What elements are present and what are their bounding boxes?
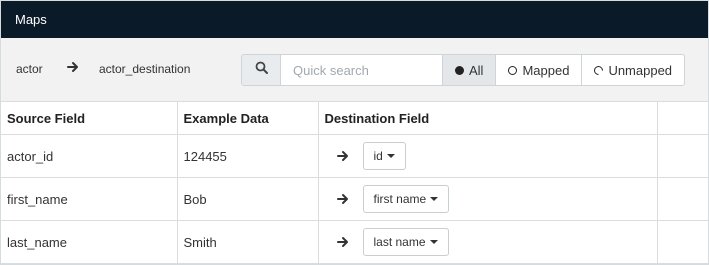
maps-panel: Maps actor actor_destination All Mapped (0, 0, 709, 265)
example-data-cell: 124455 (177, 134, 319, 178)
arrow-right-icon (336, 194, 348, 204)
source-field-cell: actor_id (1, 134, 178, 178)
destination-field-dropdown[interactable]: last name (362, 228, 449, 256)
destination-field-dropdown[interactable]: first name (362, 185, 450, 213)
field-mapping-table: Source Field Example Data Destination Fi… (1, 102, 708, 264)
filter-all-button[interactable]: All (443, 55, 497, 85)
column-header-example-data: Example Data (177, 102, 319, 135)
column-header-source-field: Source Field (1, 102, 178, 135)
search-button[interactable] (242, 55, 281, 85)
table-row: first_name Bob first name (1, 177, 708, 221)
destination-field-cell: first name (318, 177, 658, 221)
arrow-right-icon (336, 151, 348, 161)
filter-all-label: All (469, 62, 484, 78)
filter-unmapped-button[interactable]: Unmapped (582, 55, 684, 85)
source-field-cell: last_name (1, 220, 178, 264)
filter-mapped-label: Mapped (522, 62, 570, 78)
column-header-destination-field: Destination Field (318, 102, 658, 135)
example-data-cell: Bob (177, 177, 319, 221)
row-action-cell (657, 220, 708, 264)
panel-header: Maps (1, 1, 708, 38)
destination-field-dropdown[interactable]: id (362, 142, 406, 170)
destination-field-value: id (373, 149, 383, 163)
destination-field-value: last name (373, 235, 426, 249)
filter-unmapped-label: Unmapped (608, 62, 673, 78)
mapping-toolbar: actor actor_destination All Mapped Un (1, 38, 708, 102)
column-header-actions (657, 102, 708, 135)
filled-circle-icon (455, 65, 464, 75)
panel-title: Maps (15, 12, 47, 27)
search-icon (255, 61, 268, 79)
row-action-cell (657, 177, 708, 221)
caret-down-icon (430, 197, 439, 201)
filter-mapped-button[interactable]: Mapped (496, 55, 583, 85)
table-row: last_name Smith last name (1, 220, 708, 264)
source-field-cell: first_name (1, 177, 178, 221)
table-row: actor_id 124455 id (1, 134, 708, 178)
quick-search-input[interactable] (281, 55, 443, 85)
spinner-circle-icon (592, 63, 606, 77)
destination-field-cell: id (318, 134, 658, 178)
caret-down-icon (429, 240, 438, 244)
source-table-name: actor (16, 62, 43, 76)
ring-circle-icon (508, 65, 518, 75)
search-filter-group: All Mapped Unmapped (241, 54, 686, 86)
destination-table-name: actor_destination (99, 62, 191, 76)
destination-field-cell: last name (318, 220, 658, 264)
row-action-cell (657, 134, 708, 178)
arrow-right-icon (67, 60, 79, 77)
table-header-row: Source Field Example Data Destination Fi… (1, 102, 708, 135)
destination-field-value: first name (373, 192, 427, 206)
example-data-cell: Smith (177, 220, 319, 264)
caret-down-icon (386, 154, 395, 158)
arrow-right-icon (336, 237, 348, 247)
